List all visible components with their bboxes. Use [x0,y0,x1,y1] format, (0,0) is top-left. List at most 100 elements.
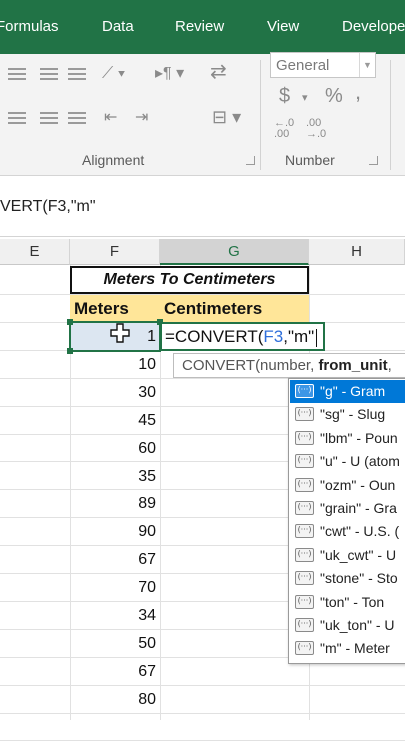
chevron-down-icon: ▼ [359,53,375,77]
meters-value-cell[interactable]: 80 [70,686,160,713]
align-left-icon[interactable] [8,112,26,124]
meters-header-cell[interactable]: Meters [70,295,160,322]
unit-icon: (···) [295,454,314,469]
grid-line [0,684,405,686]
column-header-f[interactable]: F [70,239,160,265]
unit-icon: (···) [295,571,314,586]
number-format-value: General [276,57,330,74]
increase-decimal-icon[interactable]: ←.0.00 [274,118,294,140]
wrap-text-icon[interactable]: ⇄ [210,62,227,82]
grid-line [0,712,405,714]
function-tooltip[interactable]: CONVERT(number, from_unit, [173,353,405,378]
meters-value-cell[interactable]: 89 [70,490,160,517]
align-bottom-icon[interactable] [68,68,86,80]
autocomplete-item[interactable]: (···) "u" - U (atom [290,450,405,473]
unit-icon: (···) [295,477,314,492]
tab-formulas[interactable]: Formulas [0,18,59,35]
tab-review[interactable]: Review [175,18,224,35]
ribbon-tab-bar: Formulas Data Review View Develope [0,0,405,54]
autocomplete-item[interactable]: (···) "cwt" - U.S. ( [290,520,405,543]
tab-view[interactable]: View [267,18,299,35]
formula-suffix: ,"m" [283,327,315,346]
decrease-indent-icon[interactable]: ⇤ [104,110,117,126]
unit-icon: (···) [295,641,314,656]
unit-icon: (···) [295,384,314,398]
percent-icon[interactable]: % [325,86,343,106]
increase-indent-icon[interactable]: ⇥ [135,110,148,126]
autocomplete-item-label: "u" - U (atom [320,453,400,470]
centimeters-header-cell[interactable]: Centimeters [160,295,309,322]
formula-reference: F3 [263,327,284,346]
unit-icon: (···) [295,501,314,515]
tooltip-suffix: , [387,357,392,374]
autocomplete-item[interactable]: (···) "ton" - Ton [290,591,405,614]
unit-icon: (···) [295,594,314,609]
column-header-g[interactable]: G [160,239,309,265]
autocomplete-item[interactable]: (···) "stone" - Sto [290,567,405,590]
autocomplete-item[interactable]: (···) "sg" - Slug [290,403,405,426]
autocomplete-item-label: "sg" - Slug [320,406,386,423]
unit-icon: (···) [295,618,314,632]
group-divider [390,60,391,170]
autocomplete-item[interactable]: (···) "m" - Meter [290,637,405,660]
align-center-icon[interactable] [40,112,58,124]
autocomplete-item-label: "uk_ton" - U [320,617,395,633]
column-header-h[interactable]: H [309,239,405,265]
merge-center-icon[interactable]: ⊟ ▾ [212,108,241,126]
autocomplete-item[interactable]: (···) "uk_ton" - U [290,614,405,637]
meters-value-cell[interactable]: 35 [70,463,160,490]
formula-bar-text[interactable]: VERT(F3,"m" [0,198,96,216]
alignment-launcher-icon[interactable] [246,156,255,165]
autocomplete-item-label: "stone" - Sto [320,570,398,587]
meters-value-cell[interactable]: 50 [70,630,160,657]
column-header-e[interactable]: E [0,239,70,265]
comma-style-icon[interactable]: , [355,81,361,103]
align-right-icon[interactable] [68,112,86,124]
autocomplete-list[interactable]: (···) "g" - Gram (···) "sg" - Slug (···) "lbm… [288,378,405,664]
tab-developer[interactable]: Develope [342,18,405,35]
unit-icon: (···) [295,524,314,539]
text-direction-icon[interactable]: ▸¶ ▾ [155,66,184,82]
decrease-decimal-icon[interactable]: .00 →.0 [306,118,326,140]
formula-edit-cell-g3[interactable]: =CONVERT(F3,"m" [160,322,325,351]
orientation-icon[interactable]: ⟋ ▾ [102,66,125,82]
currency-dropdown-icon[interactable]: ▾ [302,90,308,106]
autocomplete-item-label: "m" - Meter [320,640,390,657]
autocomplete-item[interactable]: (···) "uk_cwt" - U [290,544,405,567]
autocomplete-item[interactable]: (···) "lbm" - Poun [290,427,405,450]
meters-value-cell[interactable]: 67 [70,546,160,573]
tab-data[interactable]: Data [102,18,134,35]
alignment-group-label: Alignment [82,152,145,168]
number-group-label: Number [285,152,335,168]
autocomplete-item-label: "lbm" - Poun [320,429,398,446]
ribbon-body: ⟋ ▾ ▸¶ ▾ ⇄ ⇤ ⇥ ⊟ ▾ General ▼ $ ▾ % , ←.0… [0,52,405,176]
autocomplete-item[interactable]: (···) "grain" - Gra [290,497,405,520]
meters-value-cell[interactable]: 60 [70,435,160,462]
autocomplete-item[interactable]: (···) "ozm" - Oun [290,474,405,497]
number-launcher-icon[interactable] [369,156,378,165]
align-middle-icon[interactable] [40,68,58,80]
autocomplete-item-label: "ozm" - Oun [320,476,396,493]
sheet-title-cell[interactable]: Meters To Centimeters [70,266,309,294]
text-caret [316,328,318,347]
meters-value-cell[interactable]: 30 [70,379,160,406]
currency-icon[interactable]: $ [279,86,290,106]
autocomplete-item-label: "uk_cwt" - U [320,546,397,563]
meters-value-cell[interactable]: 70 [70,574,160,601]
autocomplete-item[interactable]: (···) "g" - Gram [290,380,405,403]
align-top-icon[interactable] [8,68,26,80]
meters-value-cell[interactable]: 67 [70,658,160,685]
unit-icon: (···) [295,407,314,422]
meters-value-cell[interactable]: 34 [70,602,160,629]
tooltip-prefix: CONVERT(number, [182,357,319,374]
meters-value-cell[interactable]: 45 [70,407,160,434]
cell-cursor-icon [110,323,130,343]
unit-icon: (···) [295,430,314,445]
tooltip-current-arg: from_unit [318,357,388,374]
unit-icon: (···) [295,547,314,562]
meters-value-cell[interactable]: 90 [70,518,160,545]
number-format-dropdown[interactable]: General ▼ [270,52,376,78]
group-divider [260,60,261,170]
formula-prefix: =CONVERT( [165,327,264,346]
meters-value-cell[interactable]: 10 [70,351,160,378]
